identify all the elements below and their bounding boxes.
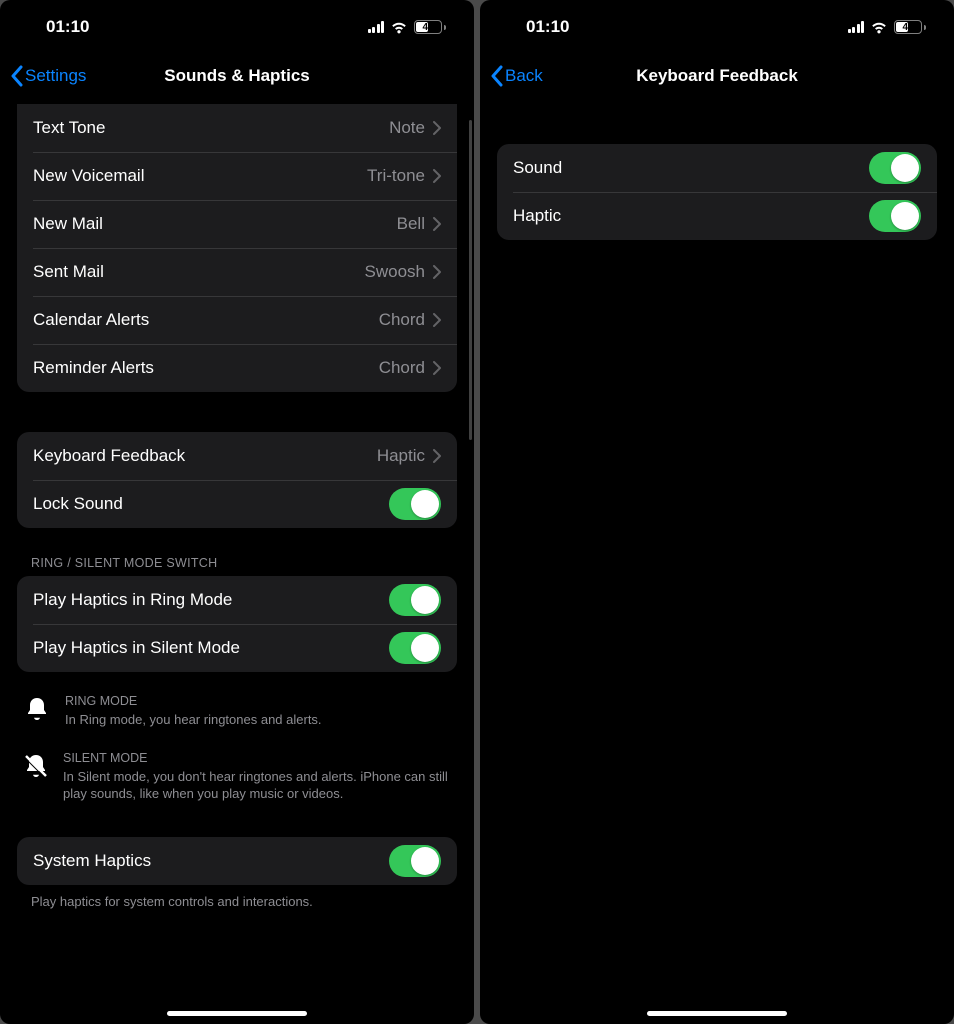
status-time: 01:10 bbox=[526, 17, 569, 37]
row-label: Play Haptics in Silent Mode bbox=[33, 638, 389, 658]
row-value: Note bbox=[389, 118, 425, 138]
row-haptics-silent[interactable]: Play Haptics in Silent Mode bbox=[17, 624, 457, 672]
sound-toggle[interactable] bbox=[869, 152, 921, 184]
keyboard-group: Keyboard Feedback Haptic Lock Sound bbox=[17, 432, 457, 528]
row-label: Haptic bbox=[513, 206, 869, 226]
bell-icon bbox=[23, 694, 51, 729]
content-right: Sound Haptic bbox=[480, 98, 954, 1024]
silent-mode-info: SILENT MODE In Silent mode, you don't he… bbox=[23, 751, 451, 803]
phone-left: 01:10 48 Settings Sounds & Haptics Text … bbox=[0, 0, 474, 1024]
chevron-right-icon bbox=[433, 313, 441, 327]
phone-right: 01:10 48 Back Keyboard Feedback Sound bbox=[480, 0, 954, 1024]
back-button[interactable]: Settings bbox=[10, 65, 86, 87]
back-button[interactable]: Back bbox=[490, 65, 543, 87]
row-label: New Voicemail bbox=[33, 166, 367, 186]
back-label: Back bbox=[505, 66, 543, 86]
chevron-right-icon bbox=[433, 169, 441, 183]
chevron-left-icon bbox=[10, 65, 23, 87]
info-title: SILENT MODE bbox=[63, 751, 451, 765]
info-desc: In Silent mode, you don't hear ringtones… bbox=[63, 768, 451, 803]
home-indicator[interactable] bbox=[647, 1011, 787, 1016]
page-title: Keyboard Feedback bbox=[636, 66, 798, 86]
row-value: Bell bbox=[397, 214, 425, 234]
row-new-voicemail[interactable]: New Voicemail Tri-tone bbox=[17, 152, 457, 200]
info-desc: In Ring mode, you hear ringtones and ale… bbox=[65, 711, 322, 729]
status-bar: 01:10 48 bbox=[480, 0, 954, 54]
row-sound[interactable]: Sound bbox=[497, 144, 937, 192]
row-label: Text Tone bbox=[33, 118, 389, 138]
row-calendar-alerts[interactable]: Calendar Alerts Chord bbox=[17, 296, 457, 344]
info-title: RING MODE bbox=[65, 694, 322, 708]
chevron-right-icon bbox=[433, 121, 441, 135]
page-title: Sounds & Haptics bbox=[164, 66, 309, 86]
wifi-icon bbox=[390, 21, 408, 34]
row-label: Sent Mail bbox=[33, 262, 365, 282]
row-label: Calendar Alerts bbox=[33, 310, 379, 330]
row-text-tone[interactable]: Text Tone Note bbox=[17, 104, 457, 152]
row-value: Chord bbox=[379, 358, 425, 378]
bell-slash-icon bbox=[23, 751, 49, 803]
cellular-icon bbox=[848, 21, 865, 33]
back-label: Settings bbox=[25, 66, 86, 86]
status-bar: 01:10 48 bbox=[0, 0, 474, 54]
chevron-right-icon bbox=[433, 265, 441, 279]
row-value: Swoosh bbox=[365, 262, 425, 282]
row-new-mail[interactable]: New Mail Bell bbox=[17, 200, 457, 248]
lock-sound-toggle[interactable] bbox=[389, 488, 441, 520]
row-label: System Haptics bbox=[33, 851, 389, 871]
row-label: Sound bbox=[513, 158, 869, 178]
nav-bar: Settings Sounds & Haptics bbox=[0, 54, 474, 98]
ring-silent-group: Play Haptics in Ring Mode Play Haptics i… bbox=[17, 576, 457, 672]
status-time: 01:10 bbox=[46, 17, 89, 37]
content-left: Text Tone Note New Voicemail Tri-tone Ne… bbox=[0, 98, 474, 1024]
chevron-right-icon bbox=[433, 449, 441, 463]
row-system-haptics[interactable]: System Haptics bbox=[17, 837, 457, 885]
row-label: Reminder Alerts bbox=[33, 358, 379, 378]
sounds-group: Text Tone Note New Voicemail Tri-tone Ne… bbox=[17, 104, 457, 392]
row-label: Lock Sound bbox=[33, 494, 389, 514]
status-right: 48 bbox=[368, 20, 447, 34]
chevron-right-icon bbox=[433, 361, 441, 375]
status-right: 48 bbox=[848, 20, 927, 34]
row-value: Chord bbox=[379, 310, 425, 330]
row-sent-mail[interactable]: Sent Mail Swoosh bbox=[17, 248, 457, 296]
system-haptics-group: System Haptics bbox=[17, 837, 457, 885]
chevron-right-icon bbox=[433, 217, 441, 231]
row-label: Keyboard Feedback bbox=[33, 446, 377, 466]
keyboard-feedback-group: Sound Haptic bbox=[497, 144, 937, 240]
system-haptics-footer: Play haptics for system controls and int… bbox=[31, 893, 443, 911]
row-reminder-alerts[interactable]: Reminder Alerts Chord bbox=[17, 344, 457, 392]
scrollbar[interactable] bbox=[469, 120, 472, 440]
haptics-silent-toggle[interactable] bbox=[389, 632, 441, 664]
battery-icon: 48 bbox=[414, 20, 446, 34]
ring-mode-info: RING MODE In Ring mode, you hear rington… bbox=[23, 694, 451, 729]
haptic-toggle[interactable] bbox=[869, 200, 921, 232]
nav-bar: Back Keyboard Feedback bbox=[480, 54, 954, 98]
row-keyboard-feedback[interactable]: Keyboard Feedback Haptic bbox=[17, 432, 457, 480]
row-label: Play Haptics in Ring Mode bbox=[33, 590, 389, 610]
row-value: Haptic bbox=[377, 446, 425, 466]
row-haptic[interactable]: Haptic bbox=[497, 192, 937, 240]
haptics-ring-toggle[interactable] bbox=[389, 584, 441, 616]
row-label: New Mail bbox=[33, 214, 397, 234]
home-indicator[interactable] bbox=[167, 1011, 307, 1016]
chevron-left-icon bbox=[490, 65, 503, 87]
row-lock-sound[interactable]: Lock Sound bbox=[17, 480, 457, 528]
ring-silent-header: RING / SILENT MODE SWITCH bbox=[31, 556, 457, 570]
row-haptics-ring[interactable]: Play Haptics in Ring Mode bbox=[17, 576, 457, 624]
battery-icon: 48 bbox=[894, 20, 926, 34]
system-haptics-toggle[interactable] bbox=[389, 845, 441, 877]
row-value: Tri-tone bbox=[367, 166, 425, 186]
cellular-icon bbox=[368, 21, 385, 33]
wifi-icon bbox=[870, 21, 888, 34]
